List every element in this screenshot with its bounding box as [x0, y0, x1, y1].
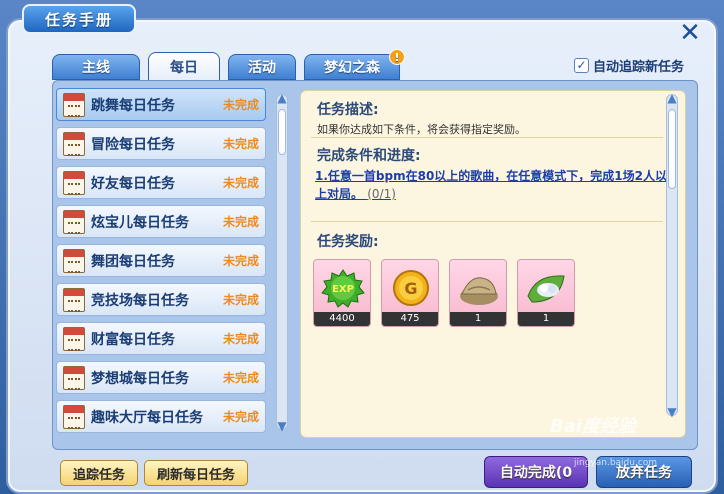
desc-title: 任务描述:	[317, 102, 379, 118]
task-item-wealth[interactable]: 财富每日任务 未完成	[56, 322, 266, 355]
close-icon: ✕	[679, 18, 701, 48]
task-name: 竞技场每日任务	[91, 292, 189, 309]
task-item-arena[interactable]: 竞技场每日任务 未完成	[56, 283, 266, 316]
divider	[311, 221, 663, 222]
calendar-icon	[63, 326, 85, 351]
exp-label: EXP	[332, 284, 354, 295]
desc-text: 如果你达成如下条件，将会获得指定奖励。	[317, 123, 526, 136]
alert-badge-icon: !	[389, 49, 405, 65]
task-name: 炫宝儿每日任务	[91, 214, 189, 231]
scroll-thumb[interactable]	[668, 109, 676, 189]
calendar-icon	[63, 170, 85, 195]
reward-gold[interactable]: G 475	[381, 259, 439, 327]
tab-main-label: 主线	[82, 60, 110, 76]
divider	[311, 137, 663, 138]
task-status: 未完成	[222, 137, 259, 151]
task-item-friends[interactable]: 好友每日任务 未完成	[56, 166, 266, 199]
reward-count: 475	[382, 312, 438, 326]
gold-label: G	[404, 279, 417, 298]
calendar-icon	[63, 404, 85, 429]
scroll-up-icon[interactable]: ▲	[274, 92, 290, 104]
close-button[interactable]: ✕	[677, 20, 703, 46]
task-item-fun-lobby[interactable]: 趣味大厅每日任务 未完成	[56, 400, 266, 433]
reward-title: 任务奖励:	[317, 234, 379, 250]
tab-events[interactable]: 活动	[228, 54, 296, 80]
reward-leaf[interactable]: 1	[517, 259, 575, 327]
tab-main[interactable]: 主线	[52, 54, 140, 80]
calendar-icon	[63, 287, 85, 312]
scroll-thumb[interactable]	[278, 109, 286, 155]
task-status: 未完成	[222, 98, 259, 112]
leaf-item-icon	[527, 275, 565, 303]
reward-cloth[interactable]: 1	[449, 259, 507, 327]
tab-daily[interactable]: 每日	[148, 52, 220, 80]
task-status: 未完成	[222, 332, 259, 346]
reward-exp[interactable]: EXP 4400	[313, 259, 371, 327]
reward-count: 1	[518, 312, 574, 326]
watermark-url: jingyan.baidu.com	[574, 458, 658, 468]
calendar-icon	[63, 365, 85, 390]
task-status: 未完成	[222, 410, 259, 424]
task-item-adventure[interactable]: 冒险每日任务 未完成	[56, 127, 266, 160]
task-status: 未完成	[222, 293, 259, 307]
task-status: 未完成	[222, 176, 259, 190]
window-title: 任务手册	[22, 4, 136, 34]
detail-scrollbar[interactable]: ▲ ▼	[664, 92, 680, 418]
task-name: 跳舞每日任务	[91, 97, 175, 114]
watermark-logo: Bai度经验	[550, 416, 637, 437]
task-name: 冒险每日任务	[91, 136, 175, 153]
reward-count: 1	[450, 312, 506, 326]
auto-track-checkbox[interactable]: ✓	[574, 57, 589, 73]
task-name: 趣味大厅每日任务	[91, 409, 203, 426]
task-name: 好友每日任务	[91, 175, 175, 192]
reward-count: 4400	[314, 312, 370, 326]
task-name: 财富每日任务	[91, 331, 175, 348]
auto-track-label: 自动追踪新任务	[593, 59, 685, 75]
cloth-bundle-icon	[460, 277, 498, 305]
task-detail-panel: 任务描述: 如果你达成如下条件，将会获得指定奖励。 完成条件和进度: 1.任意一…	[300, 90, 686, 438]
calendar-icon	[63, 209, 85, 234]
auto-track-option[interactable]: ✓ 自动追踪新任务	[574, 56, 685, 75]
daily-task-list: 跳舞每日任务 未完成 冒险每日任务 未完成 好友每日任务 未完成 炫宝儿每日任务…	[56, 88, 268, 438]
scroll-down-icon[interactable]: ▼	[274, 420, 290, 432]
task-list-scrollbar[interactable]: ▲ ▼	[274, 92, 290, 432]
tab-dream-forest[interactable]: 梦幻之森 !	[304, 49, 405, 80]
task-status: 未完成	[222, 215, 259, 229]
tab-dream-forest-label: 梦幻之森	[324, 60, 380, 76]
calendar-icon	[63, 131, 85, 156]
cond-title: 完成条件和进度:	[317, 148, 421, 164]
tab-events-label: 活动	[248, 60, 276, 76]
refresh-daily-button[interactable]: 刷新每日任务	[144, 460, 248, 486]
scroll-down-icon[interactable]: ▼	[664, 406, 680, 418]
task-name: 梦想城每日任务	[91, 370, 189, 387]
task-item-guild[interactable]: 舞团每日任务 未完成	[56, 244, 266, 277]
track-task-button[interactable]: 追踪任务	[60, 460, 138, 486]
tab-daily-label: 每日	[170, 59, 198, 76]
auto-complete-button[interactable]: 自动完成(0	[484, 456, 588, 488]
task-item-pet[interactable]: 炫宝儿每日任务 未完成	[56, 205, 266, 238]
task-name: 舞团每日任务	[91, 253, 175, 270]
calendar-icon	[63, 248, 85, 273]
task-status: 未完成	[222, 371, 259, 385]
task-item-dream-city[interactable]: 梦想城每日任务 未完成	[56, 361, 266, 394]
cond-progress: (0/1)	[367, 187, 396, 201]
gold-coin-icon: G	[393, 270, 429, 306]
calendar-icon	[63, 92, 85, 117]
task-item-dance[interactable]: 跳舞每日任务 未完成	[56, 88, 266, 121]
task-status: 未完成	[222, 254, 259, 268]
exp-orb-icon: EXP	[321, 269, 365, 308]
cond-text: 1.任意一首bpm在80以上的歌曲，在任意模式下，完成1场2人以上对局。 (0/…	[315, 167, 667, 203]
scroll-up-icon[interactable]: ▲	[664, 92, 680, 104]
